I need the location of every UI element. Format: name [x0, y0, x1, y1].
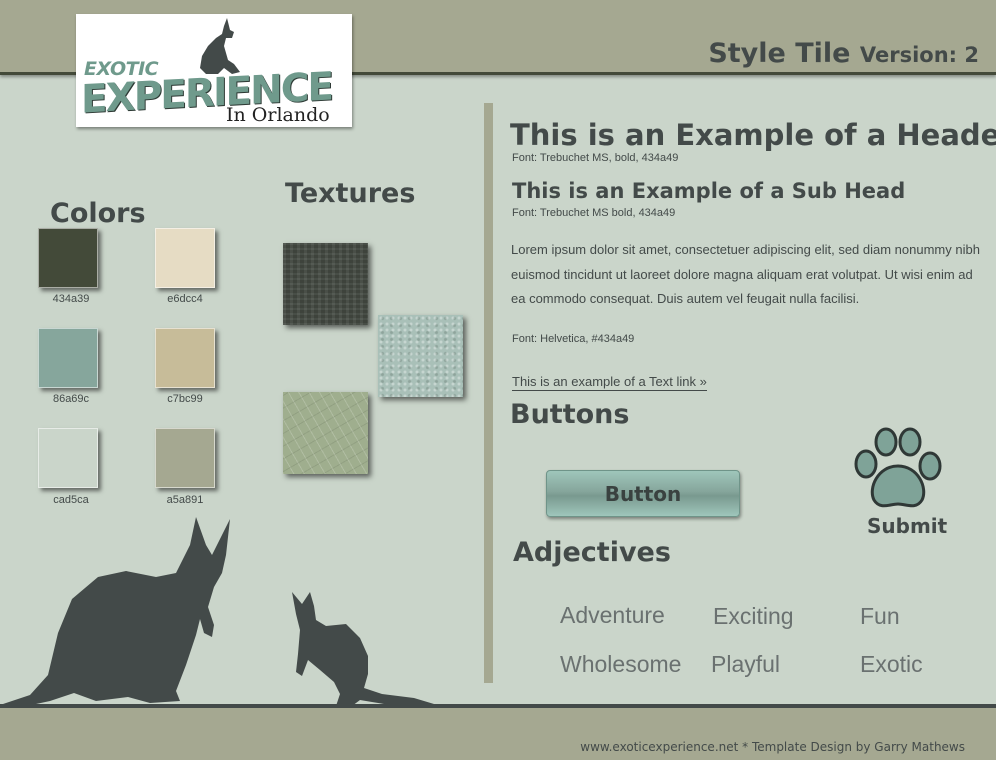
- paw-print-icon[interactable]: [850, 426, 946, 514]
- texture-fibrous: [283, 392, 368, 474]
- style-tile-title: Style Tile Version: 2: [708, 38, 979, 69]
- logo-orlando: In Orlando: [226, 104, 330, 126]
- adjective-word: Adventure: [560, 602, 665, 628]
- body-font-note: Font: Helvetica, #434a49: [512, 333, 635, 345]
- logo[interactable]: EXOTIC EXPERIENCE In Orlando: [76, 14, 352, 127]
- adjective-word: Exotic: [860, 651, 923, 677]
- color-swatch: [155, 428, 215, 488]
- large-kangaroo-icon: [0, 517, 230, 709]
- buttons-title: Buttons: [510, 399, 630, 430]
- swatch-label: a5a891: [166, 494, 204, 506]
- color-swatch: [38, 228, 98, 288]
- swatch-label: cad5ca: [53, 494, 89, 506]
- adjective-word: Wholesome: [560, 651, 682, 677]
- submit-label[interactable]: Submit: [867, 514, 947, 538]
- texture-speckled: [378, 315, 463, 397]
- footer-credit: www.exoticexperience.net * Template Desi…: [580, 740, 965, 754]
- textures-title: Textures: [285, 178, 416, 209]
- small-kangaroo-icon: [292, 592, 434, 708]
- body-copy: Lorem ipsum dolor sit amet, consectetuer…: [511, 242, 980, 306]
- color-swatch: [155, 228, 215, 288]
- swatch-label: 86a69c: [52, 393, 90, 405]
- example-text-link[interactable]: This is an example of a Text link »: [512, 374, 707, 391]
- style-tile-label: Style Tile: [708, 38, 851, 69]
- swatch-label: c7bc99: [167, 393, 203, 405]
- header-font-note: Font: Trebuchet MS, bold, 434a49: [512, 152, 679, 164]
- kangaroo-logo-icon: [200, 18, 240, 74]
- example-subhead: This is an Example of a Sub Head: [512, 179, 906, 203]
- swatch-label: 434a39: [52, 293, 90, 305]
- column-divider: [484, 103, 493, 683]
- adjective-word: Exciting: [713, 603, 794, 629]
- example-header: This is an Example of a Header: [510, 118, 996, 152]
- color-swatch: [38, 428, 98, 488]
- adjective-word: Fun: [860, 603, 900, 629]
- example-button[interactable]: Button: [546, 470, 740, 517]
- version-label: Version: 2: [859, 43, 979, 67]
- color-swatch: [155, 328, 215, 388]
- colors-title: Colors: [50, 198, 146, 229]
- texture-dark: [283, 243, 368, 325]
- color-swatch: [38, 328, 98, 388]
- adjectives-title: Adjectives: [513, 537, 671, 568]
- swatch-label: e6dcc4: [167, 293, 203, 305]
- adjective-word: Playful: [711, 651, 781, 677]
- subhead-font-note: Font: Trebuchet MS bold, 434a49: [512, 207, 676, 219]
